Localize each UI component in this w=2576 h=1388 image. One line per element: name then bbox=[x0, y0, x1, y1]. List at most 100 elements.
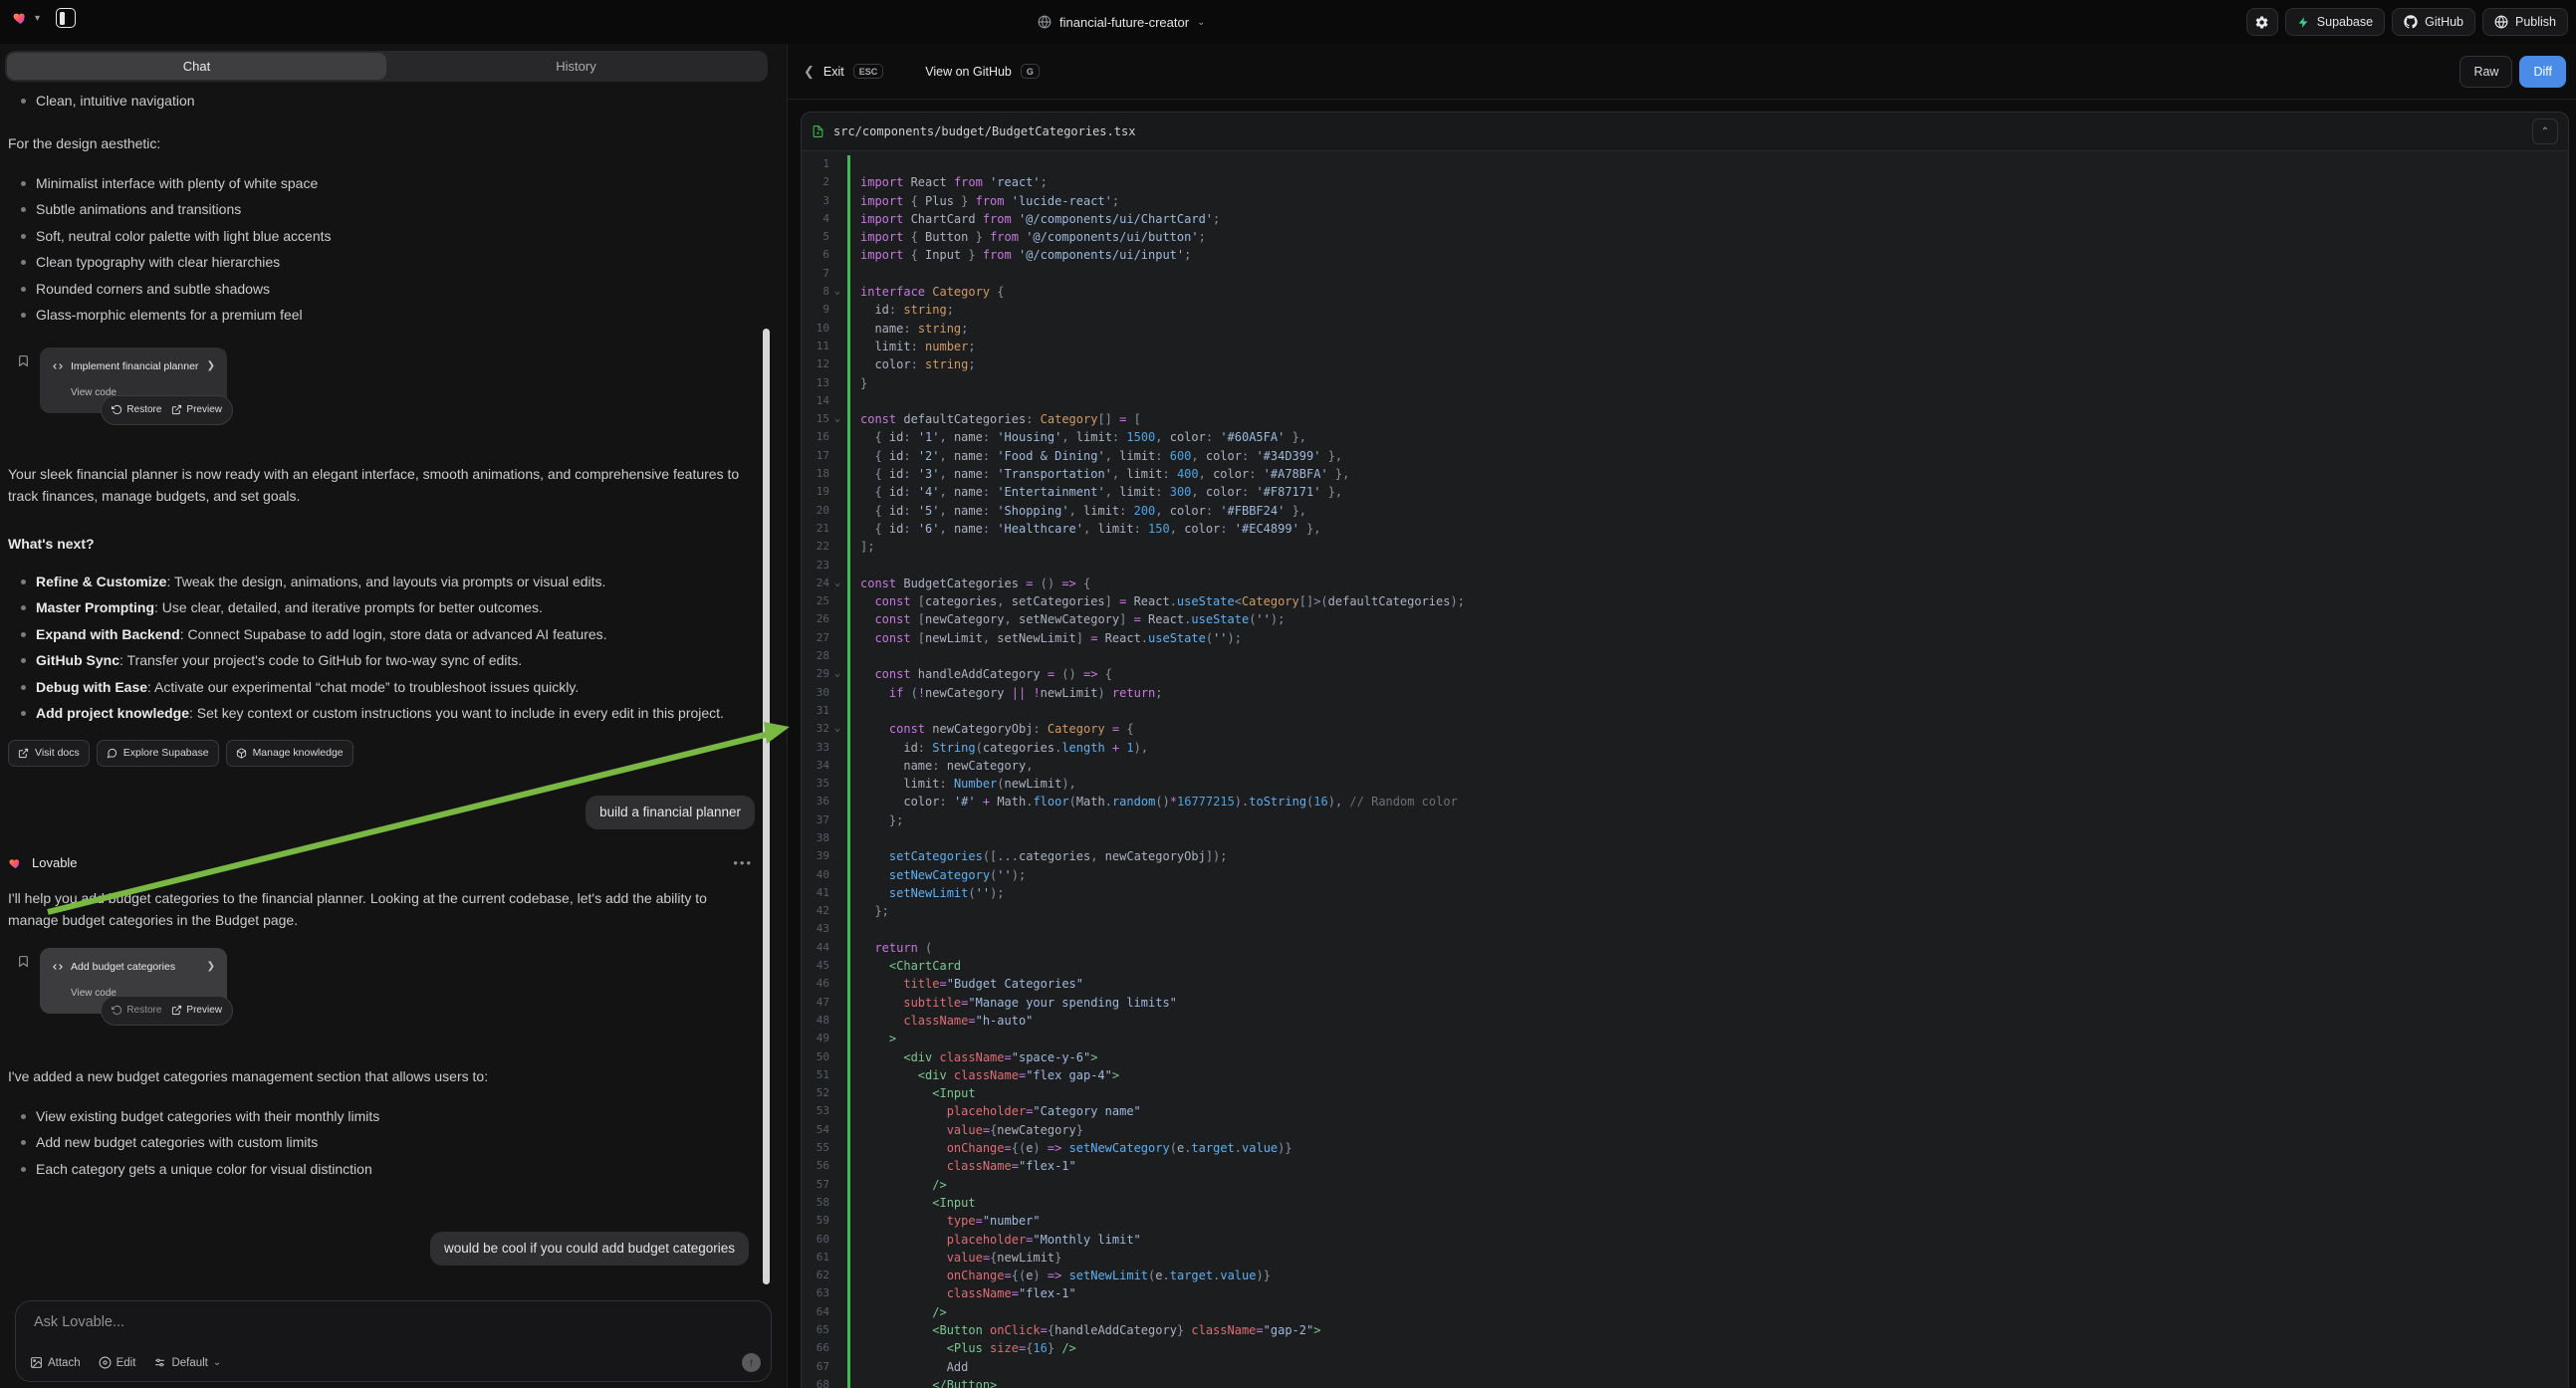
restore-icon bbox=[112, 1005, 122, 1016]
message-circle-icon bbox=[107, 748, 117, 759]
restore-button[interactable]: Restore bbox=[112, 400, 161, 420]
file-path: src/components/budget/BudgetCategories.t… bbox=[833, 124, 1135, 138]
chevron-right-icon: ❯ bbox=[207, 957, 215, 977]
github-button[interactable]: GitHub bbox=[2392, 8, 2475, 36]
list-item: Add new budget categories with custom li… bbox=[8, 1129, 747, 1156]
model-selector[interactable]: Default ⌄ bbox=[153, 1356, 221, 1369]
back-chevron-icon[interactable]: ❮ bbox=[804, 64, 815, 80]
view-on-github-button[interactable]: View on GitHub bbox=[925, 65, 1012, 79]
list-item: Soft, neutral color palette with light b… bbox=[8, 223, 747, 250]
raw-toggle-button[interactable]: Raw bbox=[2459, 56, 2512, 88]
project-switcher[interactable]: financial-future-creator ⌄ bbox=[1038, 0, 1205, 44]
code-editor: 12345678⌄9101112131415⌄16171819202122232… bbox=[802, 151, 2568, 1388]
code-view-panel: ❮ Exit ESC View on GitHub G Raw Diff src… bbox=[787, 44, 2576, 1388]
image-icon bbox=[30, 1356, 43, 1369]
edit-button[interactable]: Edit bbox=[99, 1356, 136, 1369]
version-card-add-budget-categories[interactable]: Add budget categories ❯ View code Restor… bbox=[40, 948, 227, 1014]
external-link-icon bbox=[171, 1005, 182, 1016]
version-card-implement-financial-planner[interactable]: Implement financial planner ❯ View code … bbox=[40, 347, 227, 413]
chat-scrollbar[interactable] bbox=[763, 329, 770, 1284]
lovable-avatar-icon bbox=[8, 856, 23, 870]
list-item: Master Prompting: Use clear, detailed, a… bbox=[8, 594, 747, 621]
settings-button[interactable] bbox=[2246, 8, 2278, 36]
code-icon bbox=[52, 361, 64, 371]
list-item: Expand with Backend: Connect Supabase to… bbox=[8, 621, 747, 648]
package-icon bbox=[236, 748, 247, 759]
supabase-button[interactable]: Supabase bbox=[2285, 8, 2385, 36]
list-item: Minimalist interface with plenty of whit… bbox=[8, 170, 747, 197]
whats-next-heading: What's next? bbox=[8, 534, 767, 554]
bookmark-icon[interactable] bbox=[17, 353, 30, 368]
code-icon bbox=[52, 962, 64, 972]
explore-supabase-button[interactable]: Explore Supabase bbox=[97, 740, 219, 767]
exit-button[interactable]: Exit bbox=[823, 65, 844, 79]
ready-text: Your sleek financial planner is now read… bbox=[8, 463, 747, 507]
publish-button[interactable]: Publish bbox=[2482, 8, 2568, 36]
chat-panel: Chat History Clean, intuitive navigation… bbox=[0, 44, 787, 1388]
sliders-icon bbox=[153, 1356, 166, 1369]
list-item: Add project knowledge: Set key context o… bbox=[8, 700, 747, 727]
list-item: Subtle animations and transitions bbox=[8, 196, 747, 223]
list-item: View existing budget categories with the… bbox=[8, 1103, 747, 1130]
chevron-down-icon: ⌄ bbox=[213, 1357, 221, 1368]
list-item: Glass-morphic elements for a premium fee… bbox=[8, 302, 747, 329]
edit-target-icon bbox=[99, 1356, 112, 1369]
quick-actions: Visit docs Explore Supabase Manage knowl… bbox=[8, 740, 767, 767]
tab-chat[interactable]: Chat bbox=[7, 53, 386, 80]
esc-key-badge: ESC bbox=[853, 64, 884, 79]
chevron-right-icon: ❯ bbox=[207, 356, 215, 376]
logo-chevron-down-icon[interactable]: ▾ bbox=[35, 13, 40, 24]
collapse-file-button[interactable]: ⌃ bbox=[2532, 118, 2558, 144]
message-more-icon[interactable]: ••• bbox=[733, 853, 753, 873]
app-window: ▾ financial-future-creator ⌄ Supabase bbox=[0, 0, 2576, 1388]
restore-button[interactable]: Restore bbox=[112, 1001, 161, 1021]
publish-globe-icon bbox=[2494, 15, 2508, 29]
send-button[interactable]: ↑ bbox=[742, 1353, 761, 1372]
visit-docs-button[interactable]: Visit docs bbox=[8, 740, 90, 767]
gear-icon bbox=[2254, 15, 2269, 30]
version-card-row: Add budget categories ❯ View code Restor… bbox=[17, 948, 767, 1014]
external-link-icon bbox=[18, 748, 29, 759]
restore-icon bbox=[112, 404, 122, 415]
code-view-header: ❮ Exit ESC View on GitHub G Raw Diff bbox=[788, 44, 2576, 100]
preview-button[interactable]: Preview bbox=[171, 1001, 222, 1021]
attach-button[interactable]: Attach bbox=[30, 1356, 81, 1369]
preview-button[interactable]: Preview bbox=[171, 400, 222, 420]
file-header[interactable]: src/components/budget/BudgetCategories.t… bbox=[802, 113, 2568, 151]
added-text: I've added a new budget categories manag… bbox=[8, 1066, 747, 1086]
tab-history[interactable]: History bbox=[386, 53, 766, 80]
github-icon bbox=[2404, 15, 2418, 29]
list-item: GitHub Sync: Transfer your project's cod… bbox=[8, 647, 747, 674]
restore-preview-pill: Restore Preview bbox=[101, 395, 233, 425]
version-card-row: Implement financial planner ❯ View code … bbox=[17, 347, 767, 413]
help-text: I'll help you add budget categories to t… bbox=[8, 887, 747, 931]
whats-next-list: Refine & Customize: Tweak the design, an… bbox=[8, 569, 767, 727]
chat-scroll-area: Clean, intuitive navigation For the desi… bbox=[0, 88, 787, 1300]
supabase-icon bbox=[2297, 16, 2310, 29]
project-chevron-down-icon: ⌄ bbox=[1197, 17, 1205, 28]
code-gutter: 12345678⌄9101112131415⌄16171819202122232… bbox=[802, 155, 847, 1388]
bookmark-icon[interactable] bbox=[17, 954, 30, 969]
file-added-icon bbox=[812, 124, 824, 138]
sidebar-toggle-icon[interactable] bbox=[56, 8, 76, 28]
list-item: Each category gets a unique color for vi… bbox=[8, 1156, 747, 1183]
chat-input[interactable] bbox=[32, 1313, 633, 1331]
assistant-name: Lovable bbox=[32, 853, 78, 873]
list-item: Clean typography with clear hierarchies bbox=[8, 249, 747, 276]
aesthetic-heading: For the design aesthetic: bbox=[8, 133, 747, 153]
added-list: View existing budget categories with the… bbox=[8, 1103, 767, 1183]
diff-toggle-button[interactable]: Diff bbox=[2519, 56, 2566, 88]
manage-knowledge-button[interactable]: Manage knowledge bbox=[226, 740, 353, 767]
list-item: Rounded corners and subtle shadows bbox=[8, 276, 747, 303]
project-title: financial-future-creator bbox=[1059, 15, 1189, 30]
lovable-logo-icon[interactable] bbox=[12, 10, 29, 26]
user-message: build a financial planner bbox=[585, 796, 755, 829]
intro-list: Clean, intuitive navigation bbox=[8, 88, 767, 115]
chat-history-tabs: Chat History bbox=[5, 51, 768, 82]
user-message: would be cool if you could add budget ca… bbox=[430, 1232, 749, 1266]
chat-input-box[interactable]: Attach Edit Default ⌄ ↑ bbox=[15, 1300, 772, 1382]
list-item: Debug with Ease: Activate our experiment… bbox=[8, 674, 747, 701]
restore-preview-pill: Restore Preview bbox=[101, 996, 233, 1026]
aesthetic-list: Minimalist interface with plenty of whit… bbox=[8, 170, 767, 329]
external-link-icon bbox=[171, 404, 182, 415]
